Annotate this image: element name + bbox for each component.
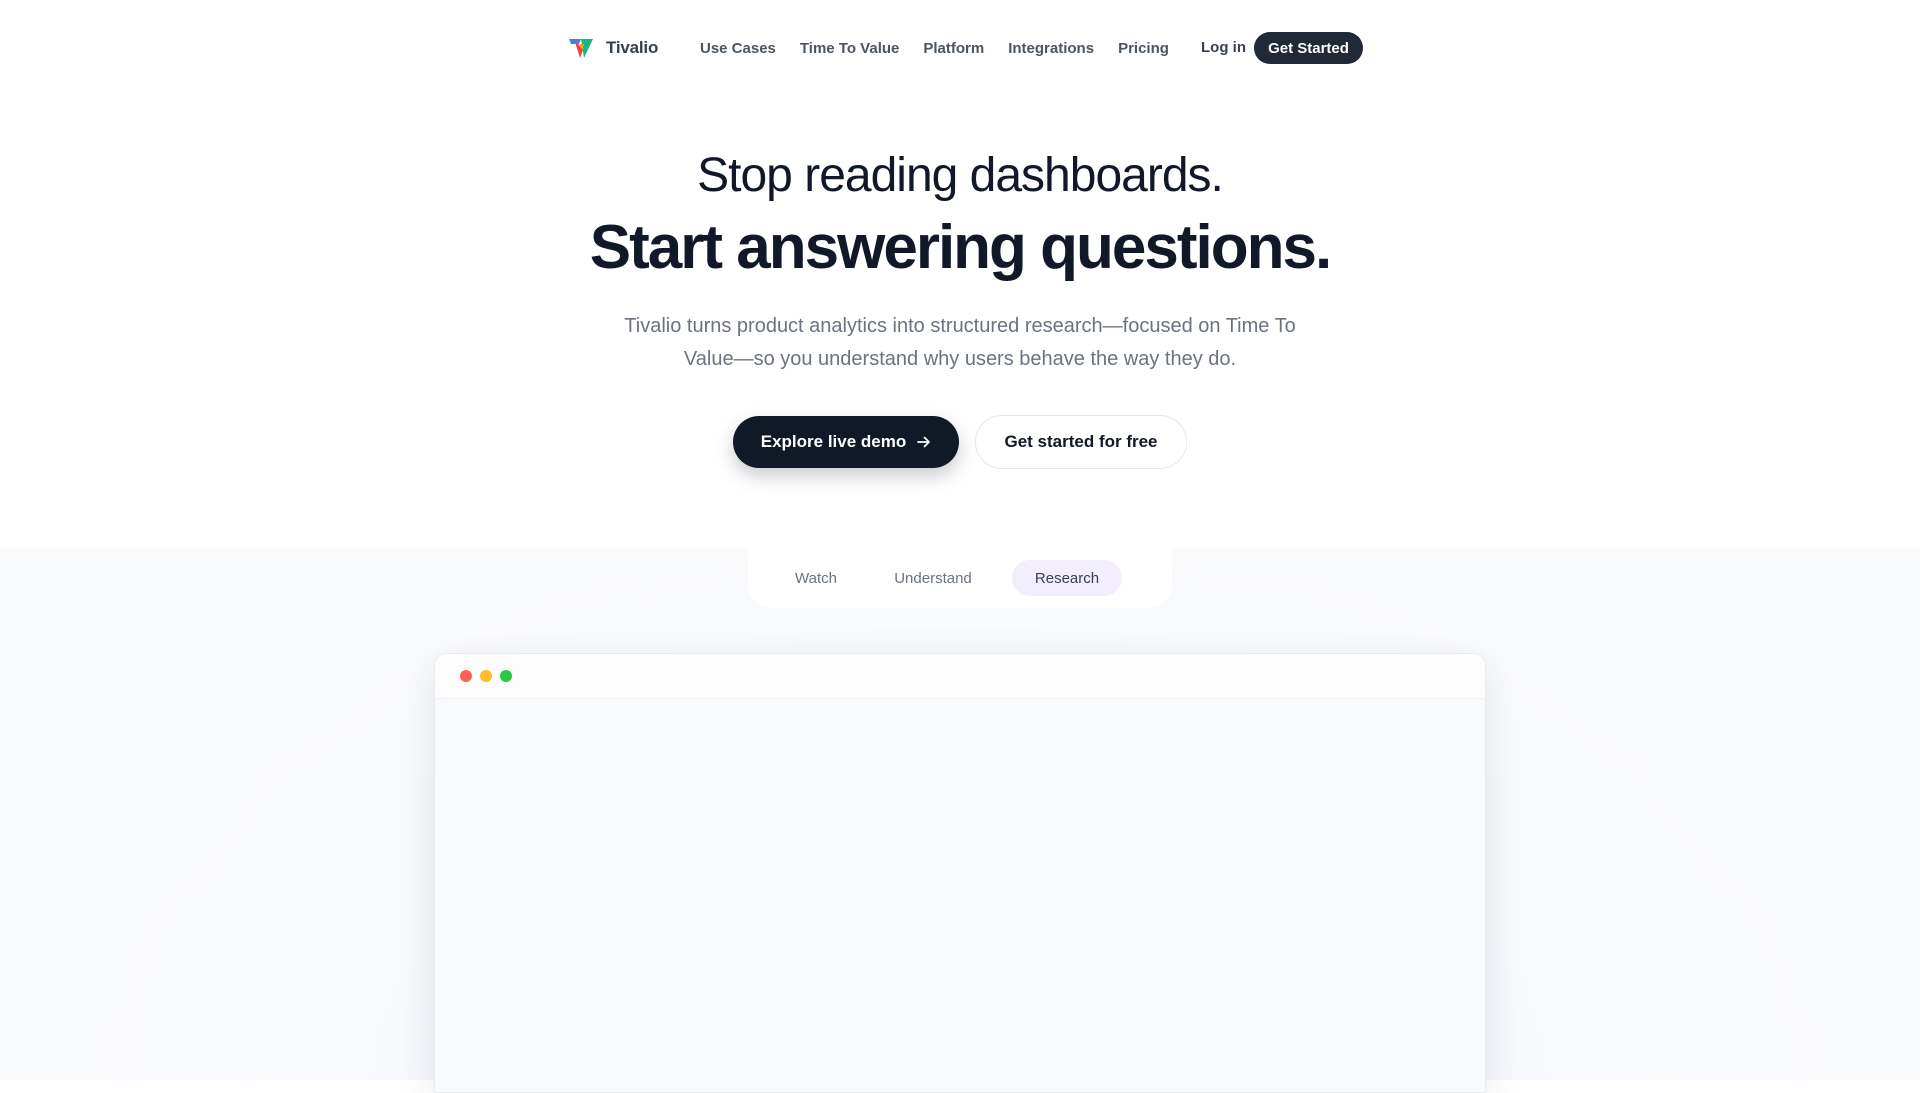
- get-started-button[interactable]: Get Started: [1254, 32, 1363, 64]
- tab-watch[interactable]: Watch: [776, 560, 856, 596]
- nav-link-pricing[interactable]: Pricing: [1118, 40, 1169, 57]
- window-close-dot: [460, 670, 472, 682]
- nav-link-platform[interactable]: Platform: [923, 40, 984, 57]
- get-started-free-button[interactable]: Get started for free: [975, 415, 1187, 469]
- app-preview-window: [434, 653, 1486, 1093]
- explore-live-demo-label: Explore live demo: [760, 432, 907, 451]
- hero-headline-line1: Stop reading dashboards.: [697, 149, 1224, 202]
- tab-understand[interactable]: Understand: [878, 560, 988, 596]
- arrow-right-icon: [917, 436, 931, 448]
- explore-live-demo-button[interactable]: Explore live demo: [733, 416, 959, 468]
- window-content: [435, 699, 1485, 1092]
- window-maximize-dot: [500, 670, 512, 682]
- tab-research[interactable]: Research: [1012, 560, 1122, 596]
- hero-headline-line2: Start answering questions.: [589, 213, 1332, 282]
- nav-links: Use Cases Time To Value Platform Integra…: [700, 36, 1169, 60]
- nav-link-use-cases[interactable]: Use Cases: [700, 40, 776, 57]
- preview-tabs: Watch Understand Research: [748, 548, 1172, 608]
- brand-logo[interactable]: Tivalio: [568, 36, 658, 60]
- login-link[interactable]: Log in: [1201, 39, 1246, 56]
- window-minimize-dot: [480, 670, 492, 682]
- top-navigation: Tivalio Use Cases Time To Value Platform…: [0, 0, 1920, 96]
- brand-name: Tivalio: [606, 38, 659, 57]
- nav-link-time-to-value[interactable]: Time To Value: [800, 40, 899, 57]
- tivalio-logo-icon: [569, 39, 593, 58]
- window-title-bar: [435, 654, 1485, 699]
- nav-link-integrations[interactable]: Integrations: [1008, 40, 1094, 57]
- hero-subtitle: Tivalio turns product analytics into str…: [624, 315, 1296, 370]
